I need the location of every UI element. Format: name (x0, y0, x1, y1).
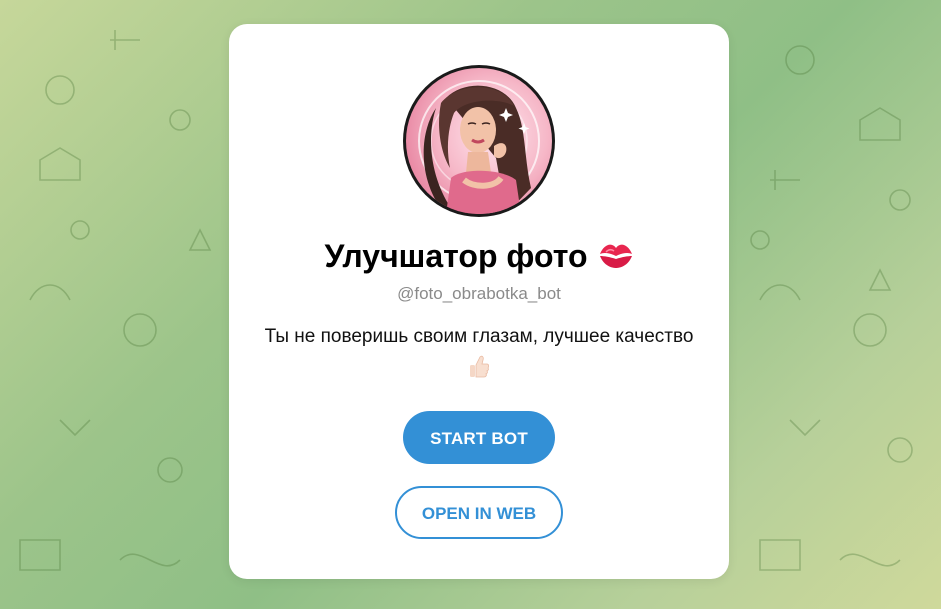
bot-name-text: Улучшатор фото (324, 238, 588, 274)
bot-name: Улучшатор фото (229, 234, 729, 281)
avatar-image (406, 68, 552, 214)
start-bot-button[interactable]: START BOT (403, 411, 555, 464)
bot-username[interactable]: @foto_obrabotka_bot (229, 284, 729, 304)
kiss-mark-icon (598, 237, 634, 281)
bot-description-text: Ты не поверишь своим глазам, лучшее каче… (264, 326, 694, 347)
open-in-web-button[interactable]: OPEN IN WEB (395, 486, 563, 539)
thumbs-up-icon (239, 352, 719, 382)
bot-description: Ты не поверишь своим глазам, лучшее каче… (239, 322, 719, 382)
bot-info-card: Улучшатор фото @foto_obrabotka_bot Ты не… (229, 24, 729, 579)
bot-avatar (403, 65, 555, 217)
